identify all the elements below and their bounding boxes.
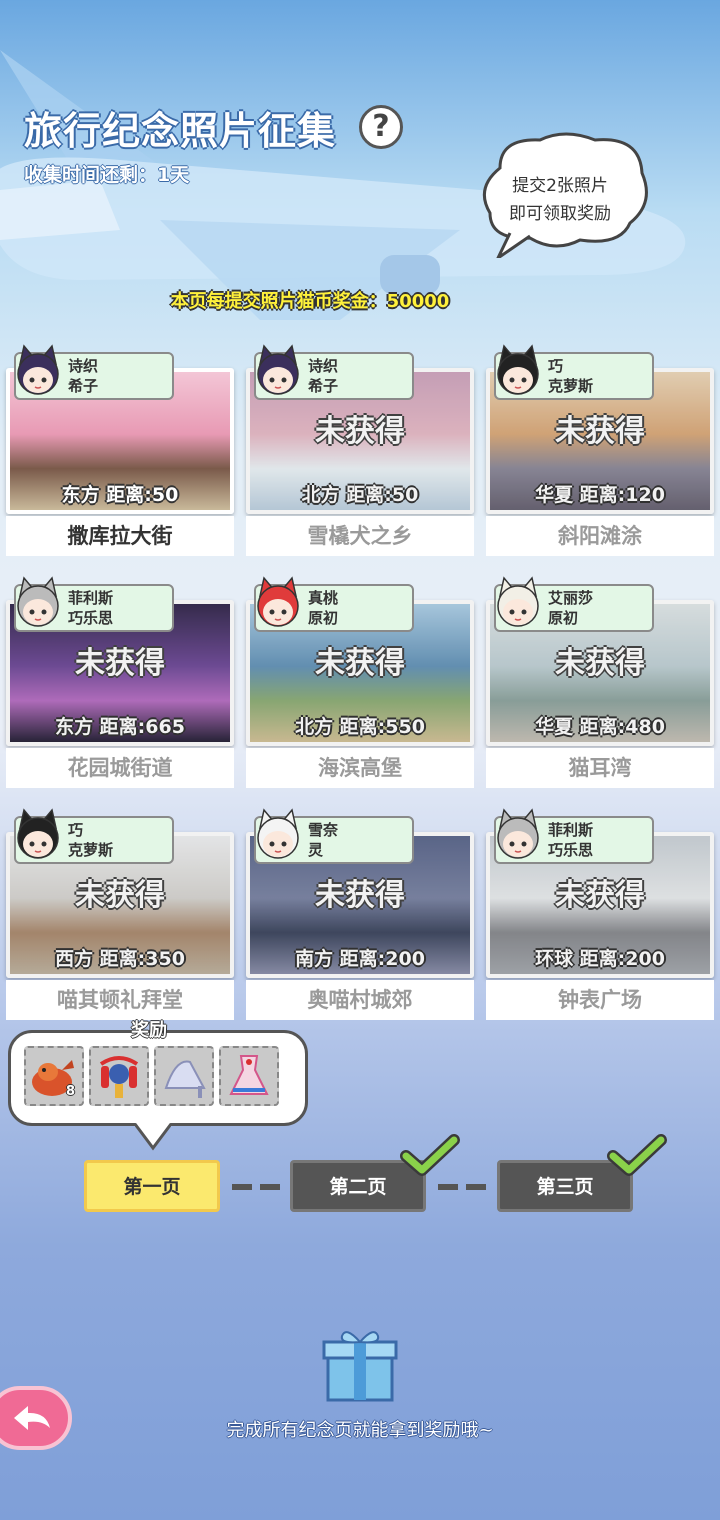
distance-text: 北方 距离:50 bbox=[301, 484, 419, 506]
cat-avatar-icon bbox=[17, 576, 59, 627]
owner-name-line-2: 希子 bbox=[308, 377, 339, 395]
location-name: 钟表广场 bbox=[486, 980, 714, 1020]
owner-name-line-1: 诗织 bbox=[68, 357, 99, 375]
owner-name-line-2: 巧乐思 bbox=[68, 609, 114, 627]
location-name: 撒库拉大街 bbox=[6, 516, 234, 556]
owner-name-line-1: 真桃 bbox=[308, 589, 339, 607]
photo-card[interactable]: 未获得华夏 距离:120 斜阳滩涂 巧克萝斯 bbox=[486, 340, 714, 556]
cat-avatar-icon bbox=[497, 576, 539, 627]
reward-item-1-count: 8 bbox=[66, 1084, 76, 1099]
reward-title: 奖励 bbox=[131, 1020, 167, 1041]
cat-avatar-icon bbox=[497, 808, 539, 859]
photo-card[interactable]: 未获得北方 距离:550 海滨高堡 真桃原初 bbox=[246, 572, 474, 788]
lantern-decoration-icon bbox=[99, 1056, 139, 1098]
locked-status: 未获得 bbox=[75, 646, 165, 681]
back-arrow-icon bbox=[14, 1406, 50, 1430]
owner-name-line-2: 希子 bbox=[68, 377, 99, 395]
coin-bonus-text: 本页每提交照片猫币奖金：50000 bbox=[170, 291, 450, 312]
gift-box-icon[interactable] bbox=[322, 1324, 398, 1404]
page-connector bbox=[232, 1184, 280, 1190]
location-name: 奥喵村城郊 bbox=[246, 980, 474, 1020]
reward-panel-pointer bbox=[135, 1122, 171, 1151]
locked-status: 未获得 bbox=[555, 414, 645, 449]
bubble-text: 提交2张照片 即可领取奖励 bbox=[485, 172, 635, 228]
help-button[interactable]: ? bbox=[359, 105, 403, 149]
location-name: 雪橇犬之乡 bbox=[246, 516, 474, 556]
distance-text: 西方 距离:350 bbox=[55, 948, 185, 970]
distance-text: 环球 距离:200 bbox=[535, 948, 665, 970]
reward-item-4[interactable] bbox=[219, 1046, 279, 1106]
distance-text: 东方 距离:50 bbox=[61, 484, 179, 506]
bubble-line-2: 即可领取奖励 bbox=[509, 204, 611, 224]
photo-card[interactable]: 未获得南方 距离:200 奥喵村城郊 雪奈灵 bbox=[246, 804, 474, 1020]
locked-status: 未获得 bbox=[315, 414, 405, 449]
owner-name-line-2: 巧乐思 bbox=[548, 841, 594, 859]
photo-card[interactable]: 东方 距离:50 撒库拉大街 诗织希子 bbox=[6, 340, 234, 556]
location-name: 花园城街道 bbox=[6, 748, 234, 788]
owner-name-line-1: 菲利斯 bbox=[68, 589, 114, 607]
locked-status: 未获得 bbox=[555, 646, 645, 681]
owner-name-line-1: 菲利斯 bbox=[548, 821, 594, 839]
owner-name-line-2: 原初 bbox=[548, 609, 579, 627]
checkmark-icon bbox=[607, 1134, 667, 1176]
distance-text: 东方 距离:665 bbox=[55, 716, 185, 738]
bubble-line-1: 提交2张照片 bbox=[512, 176, 608, 196]
owner-name-line-1: 雪奈 bbox=[308, 821, 339, 839]
distance-text: 华夏 距离:480 bbox=[535, 716, 665, 738]
reward-item-2[interactable] bbox=[89, 1046, 149, 1106]
cat-avatar-icon bbox=[257, 576, 299, 627]
owner-name-line-2: 灵 bbox=[308, 841, 324, 859]
locked-status: 未获得 bbox=[315, 878, 405, 913]
location-name: 喵其顿礼拜堂 bbox=[6, 980, 234, 1020]
owner-name-line-1: 巧 bbox=[548, 357, 564, 375]
owner-name-line-2: 克萝斯 bbox=[68, 841, 114, 859]
photo-card[interactable]: 未获得东方 距离:665 花园城街道 菲利斯巧乐思 bbox=[6, 572, 234, 788]
location-name: 海滨高堡 bbox=[246, 748, 474, 788]
owner-name-line-2: 原初 bbox=[308, 609, 339, 627]
locked-status: 未获得 bbox=[75, 878, 165, 913]
collection-timer: 收集时间还剩：1天 bbox=[24, 164, 190, 186]
photo-card[interactable]: 未获得西方 距离:350 喵其顿礼拜堂 巧克萝斯 bbox=[6, 804, 234, 1020]
page-connector bbox=[438, 1184, 486, 1190]
location-name: 斜阳滩涂 bbox=[486, 516, 714, 556]
owner-name-line-2: 克萝斯 bbox=[548, 377, 594, 395]
checkmark-icon bbox=[400, 1134, 460, 1176]
page-title: 旅行纪念照片征集 bbox=[24, 109, 337, 153]
cat-avatar-icon bbox=[497, 344, 539, 395]
location-name: 猫耳湾 bbox=[486, 748, 714, 788]
cat-avatar-icon bbox=[257, 808, 299, 859]
owner-name-line-1: 巧 bbox=[68, 821, 84, 839]
distance-text: 华夏 距离:120 bbox=[535, 484, 665, 506]
locked-status: 未获得 bbox=[315, 646, 405, 681]
locked-status: 未获得 bbox=[555, 878, 645, 913]
footer-hint: 完成所有纪念页就能拿到奖励哦~ bbox=[226, 1420, 494, 1441]
photo-card[interactable]: 未获得华夏 距离:480 猫耳湾 艾丽莎原初 bbox=[486, 572, 714, 788]
cat-avatar-icon bbox=[17, 344, 59, 395]
glass-slipper-icon bbox=[164, 1060, 206, 1098]
photo-card[interactable]: 未获得环球 距离:200 钟表广场 菲利斯巧乐思 bbox=[486, 804, 714, 1020]
distance-text: 南方 距离:200 bbox=[295, 948, 425, 970]
page-tab-1[interactable]: 第一页 bbox=[84, 1160, 220, 1212]
cat-avatar-icon bbox=[17, 808, 59, 859]
owner-name-line-1: 诗织 bbox=[308, 357, 339, 375]
owner-name-line-1: 艾丽莎 bbox=[548, 589, 594, 607]
distance-text: 北方 距离:550 bbox=[295, 716, 425, 738]
cat-avatar-icon bbox=[257, 344, 299, 395]
reward-item-3[interactable] bbox=[154, 1046, 214, 1106]
photo-card[interactable]: 未获得北方 距离:50 雪橇犬之乡 诗织希子 bbox=[246, 340, 474, 556]
dress-costume-icon bbox=[229, 1055, 269, 1095]
back-button[interactable] bbox=[0, 1386, 72, 1450]
